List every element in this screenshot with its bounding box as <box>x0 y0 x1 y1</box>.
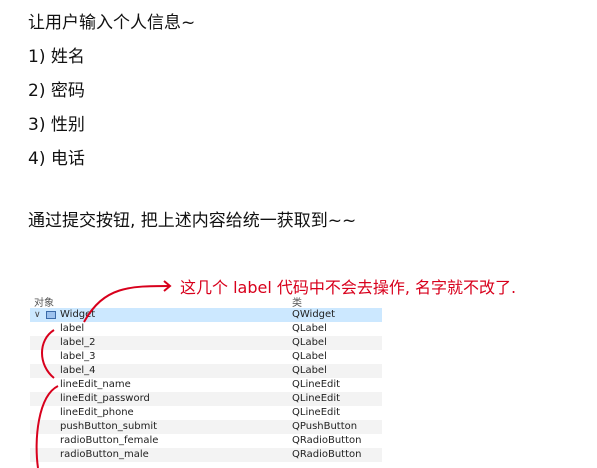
tree-row-class: QLabel <box>292 351 327 362</box>
tree-row-name: radioButton_male <box>60 449 149 460</box>
page: 让用户输入个人信息~ 1) 姓名 2) 密码 3) 性别 4) 电话 通过提交按… <box>0 0 597 468</box>
tree-row-name: pushButton_submit <box>60 421 158 432</box>
tree-row-class: QLabel <box>292 337 327 348</box>
tree-row-name: lineEdit_password <box>60 393 150 404</box>
tree-row[interactable]: pushButton_submit QPushButton <box>30 420 382 434</box>
tree-row-name: lineEdit_phone <box>60 407 134 418</box>
tree-row-name: radioButton_female <box>60 435 159 446</box>
chevron-down-icon[interactable]: ∨ <box>34 308 41 322</box>
arrow-head <box>163 280 172 292</box>
item-phone-text: 4) 电话 <box>28 149 85 169</box>
tree-row[interactable]: label_2 QLabel <box>30 336 382 350</box>
tree-row-class: QWidget <box>292 309 336 320</box>
item-gender-text: 3) 性别 <box>28 115 85 135</box>
tree-row-widget[interactable]: ∨ Widget QWidget <box>30 308 382 322</box>
intro-text: 让用户输入个人信息~ <box>28 13 196 33</box>
tree-row-name: Widget <box>60 309 96 320</box>
tree-row[interactable]: label QLabel <box>30 322 382 336</box>
widget-icon <box>46 311 56 319</box>
header-object: 对象 <box>34 298 54 309</box>
tree-row-name: label_3 <box>60 351 96 362</box>
tree-row-class: QLineEdit <box>292 407 341 418</box>
tree-row-name: lineEdit_name <box>60 379 131 390</box>
tree-row-class: QLabel <box>292 323 327 334</box>
tree-row-name: label <box>60 323 85 334</box>
tree-row-class: QRadioButton <box>292 449 362 460</box>
tree-row-name: label_4 <box>60 365 96 376</box>
tree-row-class: QLineEdit <box>292 393 341 404</box>
tree-row-name: label_2 <box>60 337 96 348</box>
tree-row[interactable]: lineEdit_name QLineEdit <box>30 378 382 392</box>
tree-row[interactable]: radioButton_female QRadioButton <box>30 434 382 448</box>
tree-row[interactable]: label_3 QLabel <box>30 350 382 364</box>
tree-row-class: QRadioButton <box>292 435 362 446</box>
header-class: 类 <box>292 298 302 309</box>
tree-row[interactable]: lineEdit_password QLineEdit <box>30 392 382 406</box>
tree-header: 对象 类 <box>30 292 382 309</box>
tree-row[interactable]: radioButton_male QRadioButton <box>30 448 382 462</box>
tree-row-class: QLabel <box>292 365 327 376</box>
tree-row-class: QPushButton <box>292 421 358 432</box>
item-name-text: 1) 姓名 <box>28 47 85 67</box>
item-password-text: 2) 密码 <box>28 81 85 101</box>
tree-row-class: QLineEdit <box>292 379 341 390</box>
tree-row[interactable]: label_4 QLabel <box>30 364 382 378</box>
submit-note-text: 通过提交按钮, 把上述内容给统一获取到~~ <box>28 211 357 231</box>
tree-row[interactable]: lineEdit_phone QLineEdit <box>30 406 382 420</box>
